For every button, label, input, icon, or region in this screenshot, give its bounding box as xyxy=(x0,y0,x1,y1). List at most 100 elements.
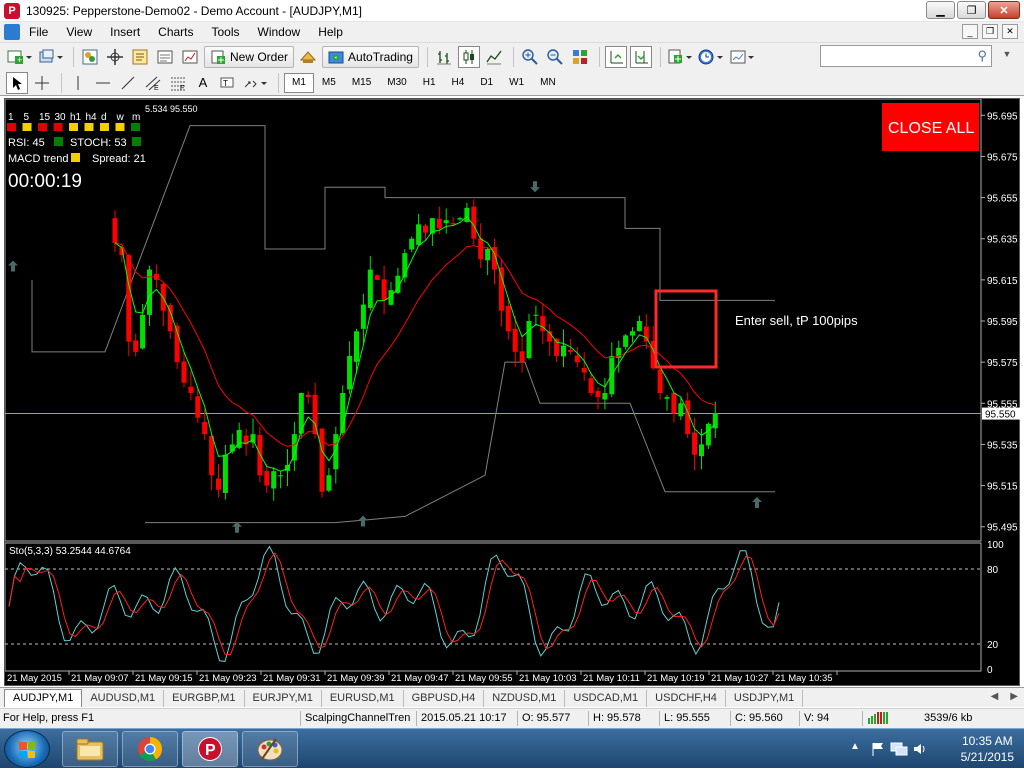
bear-candle xyxy=(305,394,311,398)
horizontal-line-tool[interactable] xyxy=(92,72,114,94)
close-all-button[interactable]: CLOSE ALL xyxy=(882,103,979,151)
tab-usdchf-h4[interactable]: USDCHF,H4 xyxy=(647,690,726,707)
menu-tools[interactable]: Tools xyxy=(203,25,249,39)
tab-gbpusd-h4[interactable]: GBPUSD,H4 xyxy=(404,690,485,707)
chart-tabs: AUDJPY,M1 AUDUSD,M1 EURGBP,M1 EURJPY,M1 … xyxy=(0,687,1024,707)
bull-candle xyxy=(278,475,284,477)
volume-icon[interactable] xyxy=(912,741,928,757)
autotrading-button[interactable]: AutoTrading xyxy=(322,45,419,68)
action-center-flag-icon[interactable] xyxy=(870,741,886,757)
search-input[interactable]: ⚲ xyxy=(820,45,992,67)
cursor-tool[interactable] xyxy=(6,71,28,94)
navigator-button[interactable] xyxy=(129,46,151,68)
start-button[interactable] xyxy=(4,730,50,768)
search-icon[interactable]: ⚲ xyxy=(977,48,987,64)
connection-indicator[interactable] xyxy=(862,711,890,726)
taskbar-clock[interactable]: 10:35 AM 5/21/2015 xyxy=(961,733,1014,765)
timeframe-mn[interactable]: MN xyxy=(532,73,564,93)
zoom-in-button[interactable] xyxy=(519,46,541,68)
current-price-label: 95.550 xyxy=(985,410,1016,421)
auto-scroll-button[interactable] xyxy=(604,45,627,68)
timeframe-w1[interactable]: W1 xyxy=(501,73,532,93)
tab-eurjpy-m1[interactable]: EURJPY,M1 xyxy=(245,690,322,707)
bear-candle xyxy=(505,305,511,332)
toolbar-overflow-button[interactable]: ▼ xyxy=(998,49,1016,65)
menu-help[interactable]: Help xyxy=(309,25,352,39)
taskbar-explorer[interactable] xyxy=(62,731,118,767)
bear-candle xyxy=(657,369,663,393)
tab-audjpy-m1[interactable]: AUDJPY,M1 xyxy=(4,689,83,707)
taskbar-pepperstone[interactable]: P xyxy=(182,731,238,767)
tile-windows-button[interactable] xyxy=(569,46,591,68)
timeframe-h4[interactable]: H4 xyxy=(444,73,473,93)
timeframe-m15[interactable]: M15 xyxy=(344,73,379,93)
bull-candle xyxy=(222,454,228,493)
bar-chart-button[interactable] xyxy=(433,46,455,68)
autotrading-label: AutoTrading xyxy=(348,49,413,64)
candlestick-chart-button[interactable] xyxy=(457,45,480,68)
terminal-button[interactable] xyxy=(154,46,176,68)
indicators-button[interactable] xyxy=(666,46,694,68)
strategy-tester-button[interactable] xyxy=(179,46,201,68)
fibonacci-icon: F xyxy=(171,77,185,91)
restore-button[interactable]: ❐ xyxy=(957,1,986,19)
tab-scroll-right-icon[interactable]: ▶ xyxy=(1010,691,1018,702)
vertical-line-icon xyxy=(77,75,79,90)
tab-eurusd-m1[interactable]: EURUSD,M1 xyxy=(322,690,404,707)
menu-window[interactable]: Window xyxy=(249,25,310,39)
tab-nzdusd-m1[interactable]: NZDUSD,M1 xyxy=(484,690,566,707)
equidistant-channel-tool[interactable]: E xyxy=(142,72,164,94)
taskbar-chrome[interactable] xyxy=(122,731,178,767)
tab-audusd-m1[interactable]: AUDUSD,M1 xyxy=(82,690,165,707)
chart-window-icon[interactable] xyxy=(4,24,20,40)
sell-entry-box xyxy=(654,289,718,369)
close-button[interactable]: ✕ xyxy=(988,1,1020,19)
timeframe-m5[interactable]: M5 xyxy=(314,73,344,93)
new-order-button[interactable]: New Order xyxy=(204,45,295,68)
vertical-line-tool[interactable] xyxy=(67,72,89,94)
text-tool[interactable]: A xyxy=(192,72,214,94)
text-label-tool[interactable]: T xyxy=(217,72,239,94)
status-profile[interactable]: ScalpingChannelTren xyxy=(300,711,416,726)
macd-trend-label: MACD trend xyxy=(8,153,69,165)
drawing-toolbar: E F A T M1 M5 M15 M30 H1 H4 D1 W1 MN xyxy=(0,70,1024,96)
timeframe-m1[interactable]: M1 xyxy=(284,72,314,93)
fibonacci-tool[interactable]: F xyxy=(167,72,189,94)
candle-timer: 00:00:19 xyxy=(8,171,82,192)
tab-usdjpy-m1[interactable]: USDJPY,M1 xyxy=(726,690,804,707)
child-close-button[interactable]: ✕ xyxy=(1002,24,1018,39)
timeframe-h1[interactable]: H1 xyxy=(415,73,444,93)
paint-palette-icon xyxy=(257,738,283,761)
line-chart-button[interactable] xyxy=(483,46,505,68)
tab-eurgbp-m1[interactable]: EURGBP,M1 xyxy=(164,690,245,707)
zoom-out-button[interactable] xyxy=(544,46,566,68)
minimize-button[interactable]: ▁ xyxy=(926,1,955,19)
timeframe-d1[interactable]: D1 xyxy=(472,73,501,93)
crosshair-tool[interactable] xyxy=(31,72,53,94)
trendline-tool[interactable] xyxy=(117,72,139,94)
tab-scroll-left-icon[interactable]: ◀ xyxy=(991,691,999,702)
network-icon[interactable] xyxy=(890,741,908,757)
timeframe-m30[interactable]: M30 xyxy=(379,73,414,93)
new-chart-button[interactable]: + xyxy=(6,46,34,68)
chart-window[interactable]: Enter sell, tP 100pips 95.695 95.675 95.65… xyxy=(4,98,1020,686)
menu-view[interactable]: View xyxy=(57,25,101,39)
arrows-tool[interactable] xyxy=(242,72,270,94)
periods-button[interactable] xyxy=(697,46,725,68)
tab-usdcad-m1[interactable]: USDCAD,M1 xyxy=(565,690,648,707)
profiles-button[interactable] xyxy=(37,46,65,68)
menu-charts[interactable]: Charts xyxy=(149,25,202,39)
zoom-in-icon xyxy=(522,48,538,65)
child-minimize-button[interactable]: _ xyxy=(962,24,978,39)
templates-button[interactable] xyxy=(728,46,756,68)
child-restore-button[interactable]: ❐ xyxy=(982,24,998,39)
taskbar-paint[interactable] xyxy=(242,731,298,767)
price-chart[interactable]: Enter sell, tP 100pips 95.695 95.675 95.65… xyxy=(4,98,1021,687)
chart-shift-button[interactable] xyxy=(629,45,652,68)
menu-insert[interactable]: Insert xyxy=(101,25,149,39)
market-watch-button[interactable] xyxy=(79,46,101,68)
tray-show-hidden-icon[interactable]: ▲ xyxy=(850,741,860,752)
metaeditor-button[interactable] xyxy=(297,46,319,68)
data-window-button[interactable] xyxy=(104,46,126,68)
menu-file[interactable]: File xyxy=(20,25,57,39)
